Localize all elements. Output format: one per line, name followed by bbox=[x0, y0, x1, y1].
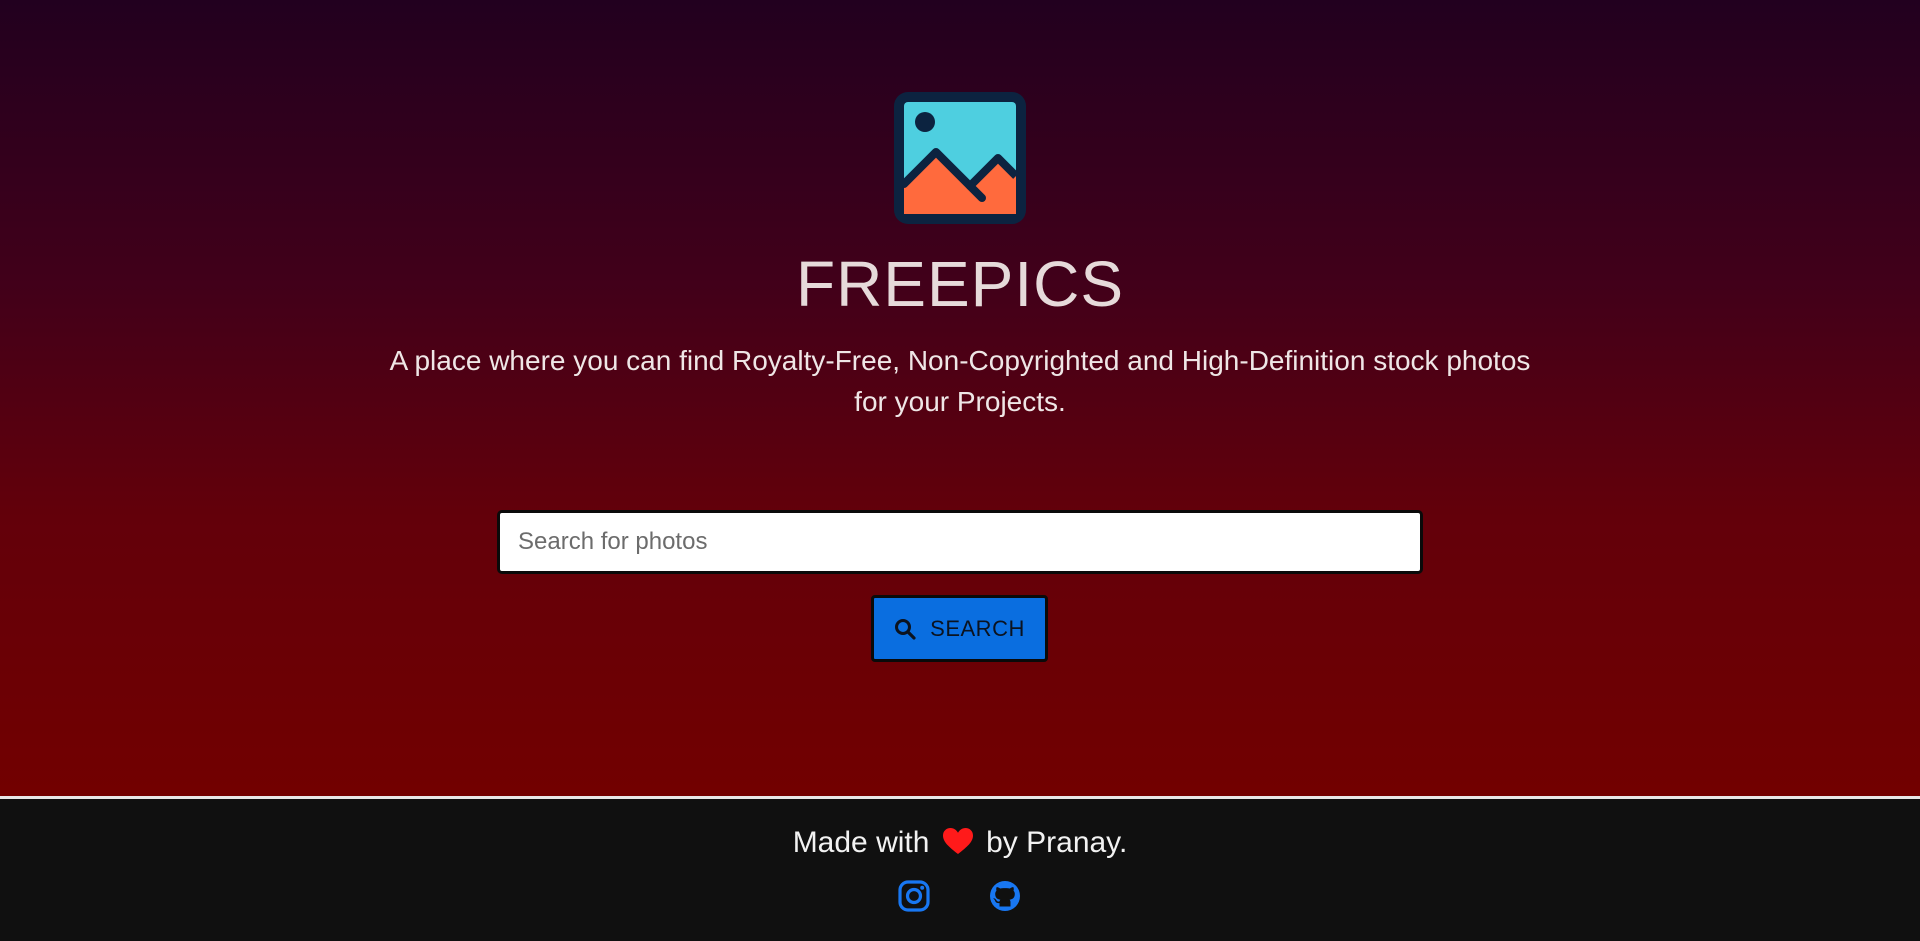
hero-section: FREEPICS A place where you can find Roya… bbox=[0, 0, 1920, 796]
image-landscape-icon bbox=[894, 92, 1026, 224]
footer bbox=[0, 799, 1920, 941]
github-icon[interactable] bbox=[988, 879, 1022, 913]
instagram-icon[interactable] bbox=[897, 879, 931, 913]
made-with-text: Made with by Pranay. bbox=[0, 824, 1920, 862]
made-with-suffix: by Pranay. bbox=[986, 826, 1128, 859]
search-input[interactable] bbox=[497, 510, 1423, 574]
tagline: A place where you can find Royalty-Free,… bbox=[389, 345, 1531, 417]
heart-icon bbox=[942, 828, 973, 854]
search-button-label: SEARCH bbox=[930, 615, 1025, 641]
made-with-prefix: Made with bbox=[792, 826, 930, 859]
search-button[interactable]: SEARCH bbox=[871, 595, 1048, 662]
page-title: FREEPICS bbox=[795, 248, 1125, 320]
search-icon bbox=[895, 618, 916, 640]
